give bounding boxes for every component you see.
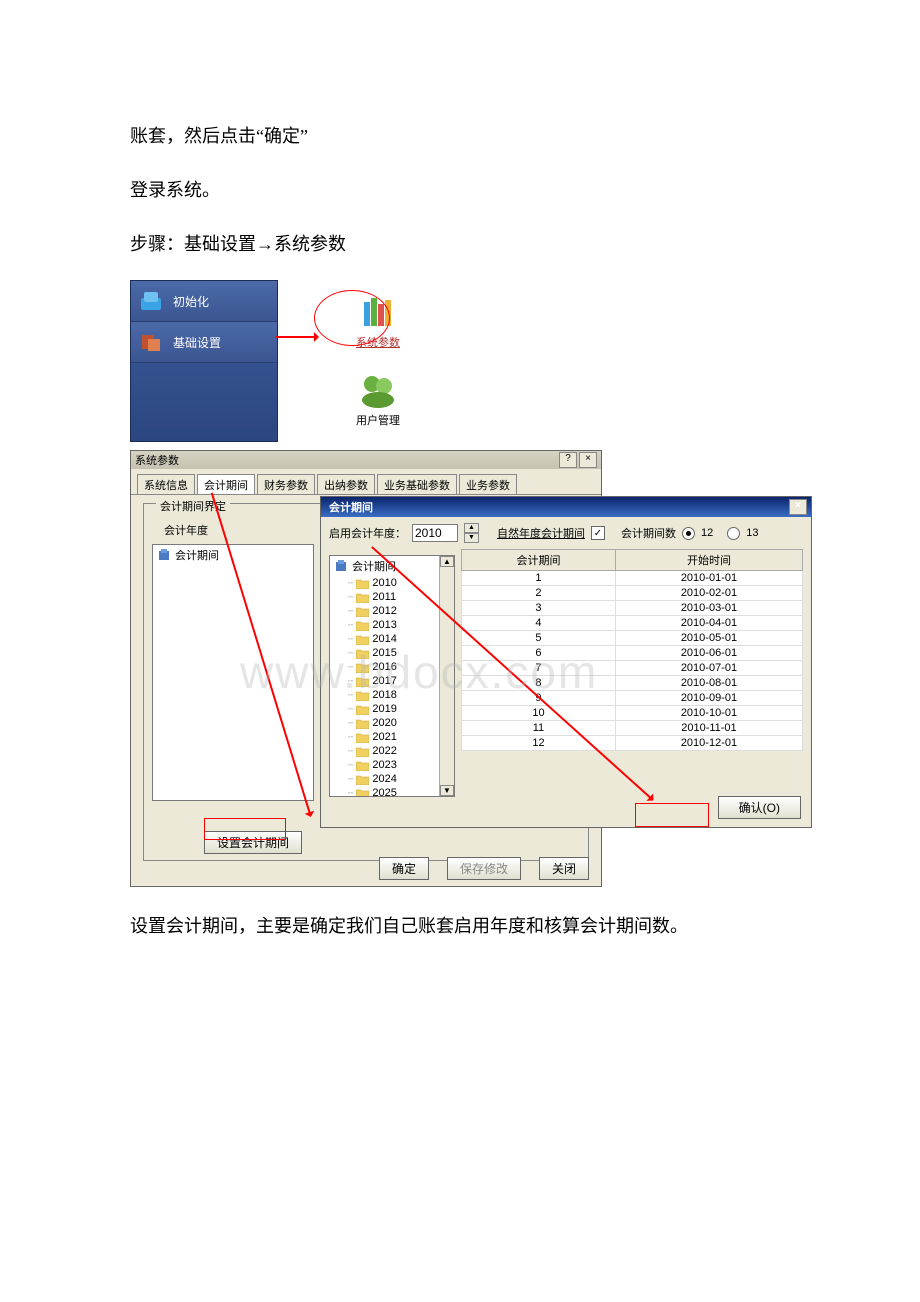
- enable-year-label: 启用会计年度：: [329, 525, 406, 541]
- save-button[interactable]: 保存修改: [447, 857, 521, 880]
- doc-text-1: 账套，然后点击“确定”: [130, 118, 790, 154]
- close-button[interactable]: 关闭: [539, 857, 589, 880]
- table-row[interactable]: 62010-06-01: [462, 646, 803, 661]
- dialog1-title-text: 系统参数: [135, 452, 179, 468]
- system-params-label: 系统参数: [356, 337, 400, 349]
- radio-12-label: 12: [701, 527, 713, 539]
- tab-biz-base-params[interactable]: 业务基础参数: [377, 474, 457, 495]
- menu-right-panel: 系统参数 用户管理: [278, 280, 430, 440]
- table-row[interactable]: 122010-12-01: [462, 736, 803, 751]
- tab-system-info[interactable]: 系统信息: [137, 474, 195, 495]
- scrollbar[interactable]: ▲ ▼: [439, 556, 454, 796]
- natural-year-label: 自然年度会计期间: [497, 525, 585, 541]
- doc-text-bottom: 设置会计期间，主要是确定我们自己账套启用年度和核算会计期间数。: [130, 908, 790, 944]
- natural-year-checkbox[interactable]: ✓: [591, 526, 605, 540]
- accounting-period-dialog: 会计期间 × 启用会计年度： 2010 ▲▼ 自然年度会计期间 ✓ 会计期间数 …: [320, 496, 812, 828]
- spinner-up-icon[interactable]: ▲: [464, 523, 479, 533]
- sidebar-item-basic[interactable]: 基础设置: [131, 322, 277, 363]
- dialog1-tree[interactable]: 会计期间: [152, 544, 314, 801]
- radio-13[interactable]: [727, 527, 740, 540]
- col-period: 会计期间: [462, 550, 616, 571]
- group-title: 会计期间界定: [156, 498, 230, 514]
- col-start-date: 开始时间: [615, 550, 802, 571]
- sidebar-item-init[interactable]: 初始化: [131, 281, 277, 322]
- dialog2-titlebar: 会计期间 ×: [321, 497, 811, 517]
- tree-root-label: 会计期间: [175, 547, 219, 563]
- menu-sidebar: 初始化 基础设置: [130, 280, 278, 442]
- tab-biz-params[interactable]: 业务参数: [459, 474, 517, 495]
- doc-text-2: 登录系统。: [130, 172, 790, 208]
- table-row[interactable]: 52010-05-01: [462, 631, 803, 646]
- icon-user-mgmt[interactable]: 用户管理: [338, 372, 418, 428]
- users-icon: [358, 372, 398, 408]
- table-row[interactable]: 42010-04-01: [462, 616, 803, 631]
- icon-system-params[interactable]: 系统参数: [338, 294, 418, 350]
- books-icon: [358, 294, 398, 330]
- year-tree-list[interactable]: ┈2010┈2011┈2012┈2013┈2014┈2015┈2016┈2017…: [330, 576, 454, 797]
- sidebar-label-init: 初始化: [173, 293, 209, 310]
- scroll-down-icon[interactable]: ▼: [440, 785, 454, 796]
- table-row[interactable]: 112010-11-01: [462, 721, 803, 736]
- scroll-up-icon[interactable]: ▲: [440, 556, 454, 567]
- doc-text-3: 步骤：基础设置→系统参数: [130, 226, 790, 262]
- spinner-down-icon[interactable]: ▼: [464, 533, 479, 543]
- table-row[interactable]: 92010-09-01: [462, 691, 803, 706]
- radio-13-label: 13: [746, 527, 758, 539]
- table-row[interactable]: 22010-02-01: [462, 586, 803, 601]
- table-row[interactable]: 82010-08-01: [462, 676, 803, 691]
- dialog1-titlebar: 系统参数 ? ×: [131, 451, 601, 469]
- basic-icon: [137, 328, 165, 356]
- help-icon[interactable]: ?: [559, 452, 577, 468]
- table-row[interactable]: 102010-10-01: [462, 706, 803, 721]
- ok-button[interactable]: 确定: [379, 857, 429, 880]
- period-count-label: 会计期间数: [621, 525, 676, 541]
- dialog2-tree-root-label: 会计期间: [352, 558, 396, 574]
- menu-screenshot: 初始化 基础设置 系统参数 用户管理: [130, 280, 430, 440]
- dialogs-screenshot: 系统参数 ? × 系统信息 会计期间 财务参数 出纳参数 业务基础参数 业务参数…: [130, 450, 810, 890]
- radio-12[interactable]: [682, 527, 695, 540]
- sidebar-label-basic: 基础设置: [173, 334, 221, 351]
- tab-cashier-params[interactable]: 出纳参数: [317, 474, 375, 495]
- table-row[interactable]: 72010-07-01: [462, 661, 803, 676]
- set-period-button[interactable]: 设置会计期间: [204, 831, 302, 854]
- init-icon: [137, 287, 165, 315]
- table-row[interactable]: 12010-01-01: [462, 571, 803, 586]
- dialog2-close-icon[interactable]: ×: [789, 499, 807, 515]
- tab-finance-params[interactable]: 财务参数: [257, 474, 315, 495]
- close-icon[interactable]: ×: [579, 452, 597, 468]
- confirm-button[interactable]: 确认(O): [718, 796, 801, 819]
- dialog2-tree-root-icon: [334, 559, 348, 573]
- tree-root-icon: [157, 548, 171, 562]
- year-spinner[interactable]: ▲▼: [464, 523, 479, 543]
- user-mgmt-label: 用户管理: [356, 415, 400, 427]
- tab-accounting-period[interactable]: 会计期间: [197, 474, 255, 495]
- enable-year-input[interactable]: 2010: [412, 524, 458, 542]
- dialog1-tabs: 系统信息 会计期间 财务参数 出纳参数 业务基础参数 业务参数: [131, 469, 601, 494]
- period-table: 会计期间 开始时间 12010-01-0122010-02-0132010-03…: [461, 549, 803, 751]
- table-row[interactable]: 32010-03-01: [462, 601, 803, 616]
- dialog2-title-text: 会计期间: [325, 499, 373, 515]
